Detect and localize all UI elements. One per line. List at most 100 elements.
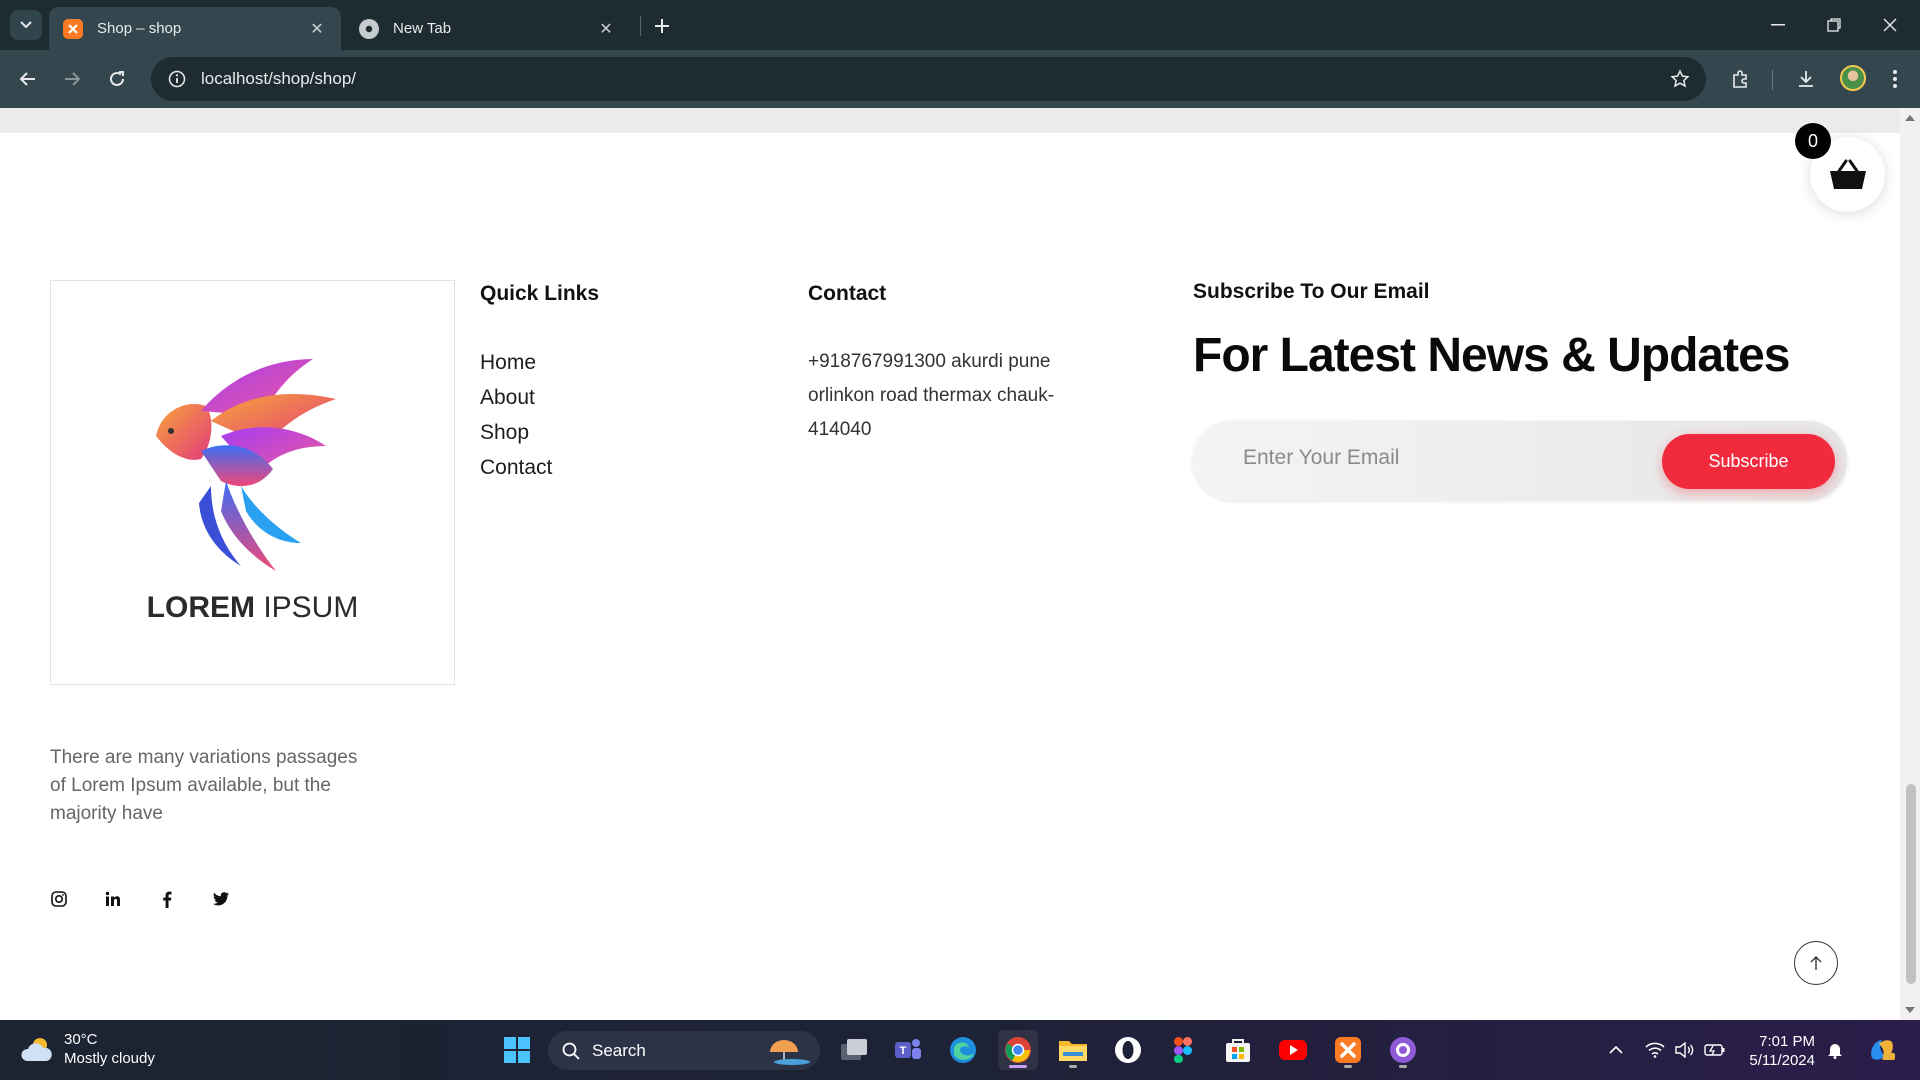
back-button[interactable] bbox=[12, 63, 44, 95]
tab-close-icon[interactable]: ✕ bbox=[307, 19, 327, 39]
quick-links-heading: Quick Links bbox=[480, 282, 600, 305]
minimize-button[interactable] bbox=[1750, 0, 1806, 50]
basket-icon bbox=[1829, 159, 1866, 189]
bird-logo-icon bbox=[156, 359, 336, 571]
wifi-icon[interactable] bbox=[1642, 1037, 1668, 1063]
volume-icon[interactable] bbox=[1672, 1037, 1698, 1063]
profile-avatar[interactable] bbox=[1840, 65, 1866, 91]
extensions-icon[interactable] bbox=[1724, 63, 1756, 95]
arrow-left-icon bbox=[19, 72, 35, 86]
opera-icon[interactable] bbox=[1108, 1030, 1148, 1070]
task-view-icon[interactable] bbox=[834, 1030, 874, 1070]
windows-logo-icon bbox=[504, 1037, 530, 1063]
teams-icon[interactable]: T bbox=[888, 1030, 928, 1070]
restore-icon bbox=[1827, 18, 1841, 32]
linkedin-icon[interactable] bbox=[102, 888, 124, 910]
tab-search-button[interactable] bbox=[10, 10, 42, 40]
page-viewport: 0 LOREM IPSUM Quick Links Home About Sho… bbox=[0, 108, 1920, 1020]
running-app-indicator bbox=[1069, 1065, 1077, 1068]
footer-link-home[interactable]: Home bbox=[480, 345, 552, 380]
twitter-icon[interactable] bbox=[210, 888, 232, 910]
start-button[interactable] bbox=[497, 1030, 537, 1070]
taskbar-search-label: Search bbox=[592, 1040, 646, 1060]
email-input[interactable] bbox=[1243, 446, 1623, 470]
show-hidden-icons-chevron-icon[interactable] bbox=[1603, 1037, 1629, 1063]
subscribe-button[interactable]: Subscribe bbox=[1662, 434, 1835, 489]
scrollbar-thumb[interactable] bbox=[1906, 784, 1916, 984]
system-clock[interactable]: 7:01 PM 5/11/2024 bbox=[1745, 1032, 1815, 1070]
scroll-down-arrow-icon[interactable] bbox=[1904, 1004, 1916, 1016]
running-app-indicator bbox=[1399, 1065, 1407, 1068]
minimize-icon bbox=[1771, 24, 1785, 26]
browser-tab-bar: Shop – shop ✕ New Tab ✕ bbox=[0, 0, 1920, 50]
close-window-button[interactable] bbox=[1862, 0, 1918, 50]
browser-toolbar: localhost/shop/shop/ bbox=[0, 50, 1920, 108]
copilot-icon[interactable] bbox=[1865, 1035, 1899, 1065]
site-info-icon[interactable] bbox=[157, 57, 197, 101]
tab-close-icon[interactable]: ✕ bbox=[596, 19, 616, 39]
microsoft-store-icon[interactable] bbox=[1218, 1030, 1258, 1070]
instagram-icon[interactable] bbox=[48, 888, 70, 910]
clock-time: 7:01 PM bbox=[1759, 1033, 1815, 1050]
figma-icon[interactable] bbox=[1163, 1030, 1203, 1070]
clock-date: 5/11/2024 bbox=[1749, 1052, 1815, 1069]
tab-title: Shop – shop bbox=[97, 20, 182, 37]
arrow-right-icon bbox=[65, 72, 81, 86]
footer-link-shop[interactable]: Shop bbox=[480, 415, 552, 450]
reload-icon bbox=[110, 71, 124, 86]
xampp-favicon-icon bbox=[63, 18, 83, 39]
tab-shop[interactable]: Shop – shop ✕ bbox=[49, 7, 341, 50]
more-menu-icon[interactable] bbox=[1879, 63, 1911, 95]
page-scrollbar[interactable] bbox=[1900, 108, 1920, 1020]
weather-condition: Mostly cloudy bbox=[64, 1050, 155, 1067]
svg-text:T: T bbox=[900, 1045, 907, 1057]
weather-widget[interactable]: 30°C Mostly cloudy bbox=[20, 1030, 155, 1068]
chrome-favicon-icon bbox=[359, 18, 379, 39]
cloudy-weather-icon bbox=[21, 1038, 52, 1061]
subscribe-headline: For Latest News & Updates bbox=[1193, 329, 1790, 382]
reload-button[interactable] bbox=[101, 63, 133, 95]
url-text: localhost/shop/shop/ bbox=[201, 69, 356, 88]
subscribe-title: Subscribe To Our Email bbox=[1193, 280, 1430, 303]
plus-icon bbox=[655, 19, 669, 33]
contact-address: +918767991300 akurdi pune orlinkon road … bbox=[808, 351, 1055, 440]
windows-taskbar: 30°C Mostly cloudy Search T 7:01 PM 5/11… bbox=[0, 1020, 1920, 1080]
footer-link-about[interactable]: About bbox=[480, 380, 552, 415]
back-to-top-button[interactable] bbox=[1794, 941, 1838, 985]
new-tab-button[interactable] bbox=[648, 12, 676, 40]
youtube-icon[interactable] bbox=[1273, 1030, 1313, 1070]
battery-icon[interactable] bbox=[1702, 1037, 1728, 1063]
subscribe-form: Subscribe bbox=[1193, 421, 1847, 500]
tab-separator bbox=[640, 16, 641, 36]
tab-new-tab[interactable]: New Tab ✕ bbox=[345, 7, 630, 50]
tab-title: New Tab bbox=[393, 20, 452, 37]
footer-about-text: There are many variations passages of Lo… bbox=[50, 747, 358, 824]
footer-link-contact[interactable]: Contact bbox=[480, 450, 552, 485]
logo-wordmark: LOREM IPSUM bbox=[146, 591, 359, 624]
restore-button[interactable] bbox=[1806, 0, 1862, 50]
weather-temperature: 30°C bbox=[64, 1031, 98, 1048]
active-app-indicator bbox=[1009, 1065, 1027, 1068]
edge-icon[interactable] bbox=[943, 1030, 983, 1070]
cart-count-badge: 0 bbox=[1795, 123, 1831, 159]
footer-logo[interactable]: LOREM IPSUM bbox=[50, 280, 455, 685]
toolbar-separator bbox=[1772, 70, 1773, 90]
contact-heading: Contact bbox=[808, 282, 887, 305]
chrome-taskbar-icon[interactable] bbox=[998, 1030, 1038, 1070]
chevron-down-icon bbox=[20, 21, 32, 29]
xampp-icon[interactable] bbox=[1328, 1030, 1368, 1070]
notification-bell-icon[interactable] bbox=[1822, 1037, 1848, 1063]
bookmark-star-icon[interactable] bbox=[1666, 65, 1694, 93]
section-divider-band bbox=[0, 108, 1900, 133]
arrow-up-icon bbox=[1810, 956, 1822, 970]
github-desktop-icon[interactable] bbox=[1383, 1030, 1423, 1070]
address-bar[interactable]: localhost/shop/shop/ bbox=[151, 57, 1706, 101]
scroll-up-arrow-icon[interactable] bbox=[1904, 112, 1916, 124]
beach-umbrella-icon bbox=[770, 1040, 810, 1065]
file-explorer-icon[interactable] bbox=[1053, 1030, 1093, 1070]
running-app-indicator bbox=[1344, 1065, 1352, 1068]
taskbar-search[interactable]: Search bbox=[548, 1031, 820, 1070]
facebook-icon[interactable] bbox=[156, 888, 178, 910]
download-icon[interactable] bbox=[1790, 63, 1822, 95]
forward-button[interactable] bbox=[56, 63, 88, 95]
